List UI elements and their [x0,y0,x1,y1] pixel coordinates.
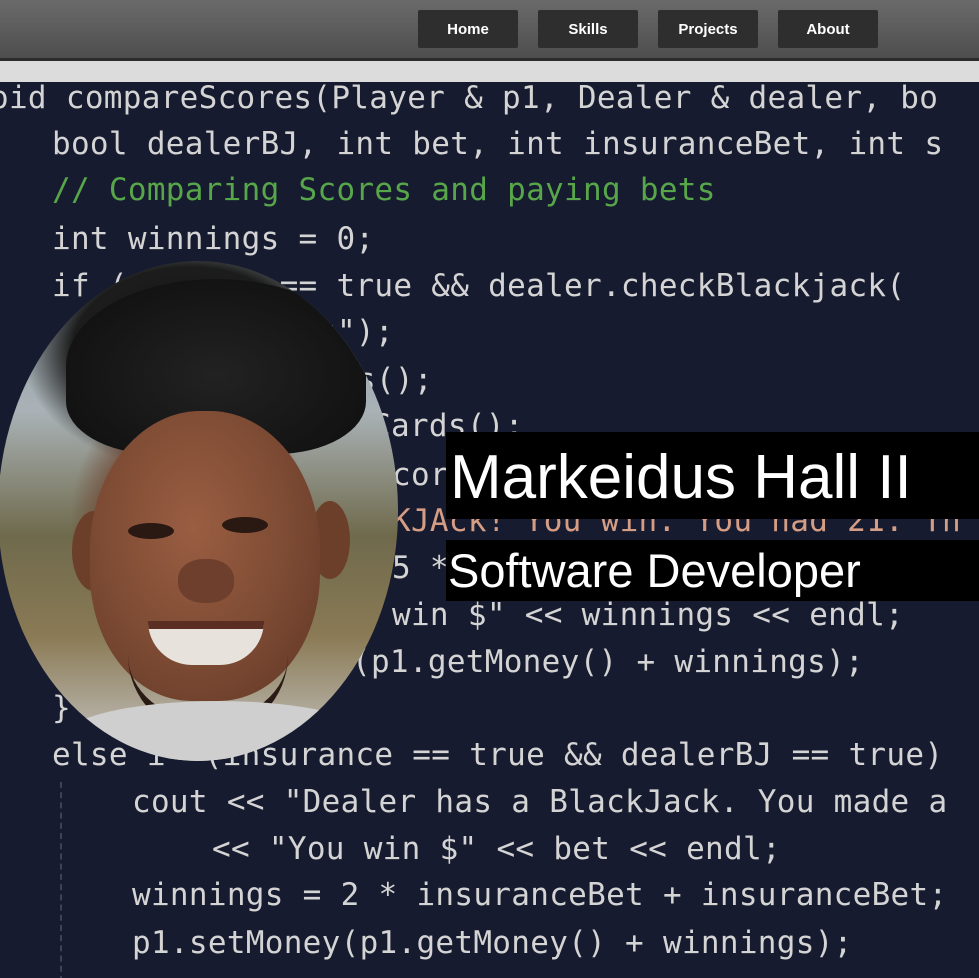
hero-name: Markeidus Hall II [446,432,979,519]
portrait-nose [178,559,234,603]
code-line: // Comparing Scores and paying bets [52,172,716,208]
portrait-eye [128,523,174,539]
code-line: winnings = 2 * insuranceBet + insuranceB… [132,877,948,913]
hero-title: Software Developer [446,540,979,601]
profile-photo [0,261,398,761]
nav-home-button[interactable]: Home [418,10,518,48]
indent-guide [60,782,62,978]
code-line: p1.setMoney(p1.getMoney() + winnings); [132,925,853,961]
top-navbar: Home Skills Projects About [0,0,979,61]
code-line: 5 * [392,550,449,586]
nav-projects-button[interactable]: Projects [658,10,758,48]
code-line: (p1.getMoney() + winnings); [352,644,865,680]
portrait-eye [222,517,268,533]
code-line: cout << "Dealer has a BlackJack. You mad… [132,784,948,820]
nav-about-button[interactable]: About [778,10,878,48]
code-line: << "You win $" << bet << endl; [212,831,781,867]
code-line: int winnings = 0; [52,221,375,257]
code-line: bool dealerBJ, int bet, int insuranceBet… [52,126,944,162]
code-line: cor [392,457,449,493]
code-line: oid compareScores(Player & p1, Dealer & … [0,82,939,116]
nav-skills-button[interactable]: Skills [538,10,638,48]
code-line: win $" << winnings << endl; [392,597,905,633]
header-divider-strip [0,61,979,82]
